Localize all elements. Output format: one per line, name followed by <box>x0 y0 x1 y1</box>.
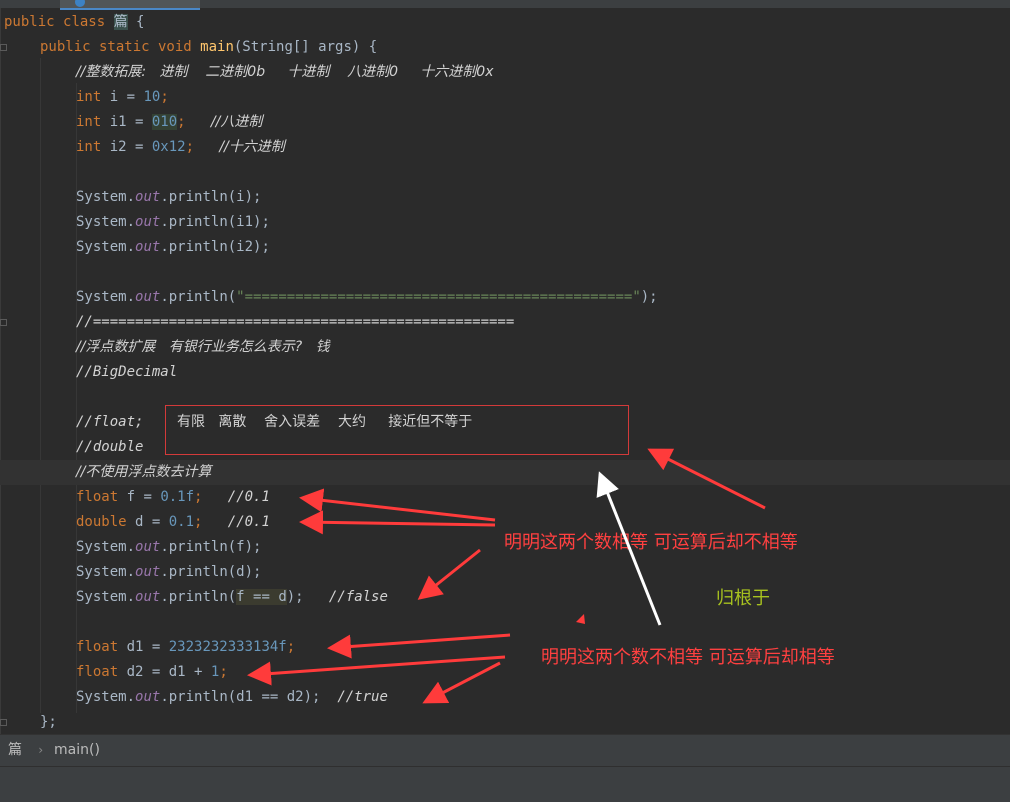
annotation-label-root-cause: 归根于 <box>716 588 770 609</box>
code-line-14[interactable]: //浮点数扩展 有银行业务怎么表示? 钱 <box>76 335 330 360</box>
code-line-9[interactable]: System.out.println(i1); <box>76 210 270 235</box>
code-line-18[interactable]: //double <box>76 435 143 460</box>
code-line-13[interactable]: //======================================… <box>76 310 514 335</box>
bottom-panel <box>0 766 1010 802</box>
code-line-4[interactable]: int i = 10; <box>76 85 169 110</box>
code-line-1[interactable]: public class 篇 { <box>4 10 144 35</box>
code-line-10[interactable]: System.out.println(i2); <box>76 235 270 260</box>
annotation-box-text: 有限 离散 舍入误差 大约 接近但不等于 <box>177 414 473 430</box>
annotation-label-not-equal: 明明这两个数不相等 可运算后却相等 <box>541 647 835 668</box>
code-line-3[interactable]: //整数拓展: 进制 二进制0b 十进制 八进制0 十六进制0x <box>76 60 494 85</box>
code-line-15[interactable]: //BigDecimal <box>76 360 177 385</box>
code-line-24[interactable]: System.out.println(f == d); //false <box>76 585 388 610</box>
fold-marker-icon[interactable] <box>0 719 7 726</box>
code-line-28[interactable]: System.out.println(d1 == d2); //true <box>76 685 388 710</box>
arrow-to-true <box>422 661 501 704</box>
code-line-6[interactable]: int i2 = 0x12; //十六进制 <box>76 135 285 160</box>
arrow-to-double-d <box>299 510 496 535</box>
arrow-to-d1 <box>327 633 511 659</box>
indent-guide <box>40 58 41 713</box>
code-line-21[interactable]: double d = 0.1; //0.1 <box>76 510 270 535</box>
editor-tab-strip <box>0 0 1010 10</box>
code-line-5[interactable]: int i1 = 010; //八进制 <box>76 110 262 135</box>
stray-mark <box>576 614 585 624</box>
code-line-27[interactable]: float d2 = d1 + 1; <box>76 660 228 685</box>
indent-guide <box>76 83 77 713</box>
code-line-8[interactable]: System.out.println(i); <box>76 185 261 210</box>
code-line-20[interactable]: float f = 0.1f; //0.1 <box>76 485 270 510</box>
arrow-to-float-f <box>299 488 496 522</box>
fold-marker-icon[interactable] <box>0 44 7 51</box>
breadcrumb-bar: 篇 › main() <box>0 734 1010 766</box>
annotation-label-equal: 明明这两个数相等 可运算后却不相等 <box>504 532 798 553</box>
code-line-22[interactable]: System.out.println(f); <box>76 535 261 560</box>
code-line-12[interactable]: System.out.println("====================… <box>76 285 658 310</box>
code-editor[interactable]: public class 篇 { public static void main… <box>0 0 1010 734</box>
breadcrumb-separator-icon: › <box>37 743 45 757</box>
arrow-to-false <box>417 548 481 600</box>
code-line-2[interactable]: public static void main(String[] args) { <box>40 35 377 60</box>
gutter <box>0 8 1 734</box>
breadcrumb-method[interactable]: main() <box>54 735 100 766</box>
fold-marker-icon[interactable] <box>0 319 7 326</box>
code-line-17[interactable]: //float; <box>76 410 143 435</box>
breadcrumb-class[interactable]: 篇 <box>8 735 22 766</box>
code-line-29[interactable]: }; <box>40 710 57 734</box>
code-line-19-current[interactable]: //不使用浮点数去计算 <box>0 460 1010 485</box>
code-line-23[interactable]: System.out.println(d); <box>76 560 261 585</box>
code-line-26[interactable]: float d1 = 2323232333134f; <box>76 635 295 660</box>
